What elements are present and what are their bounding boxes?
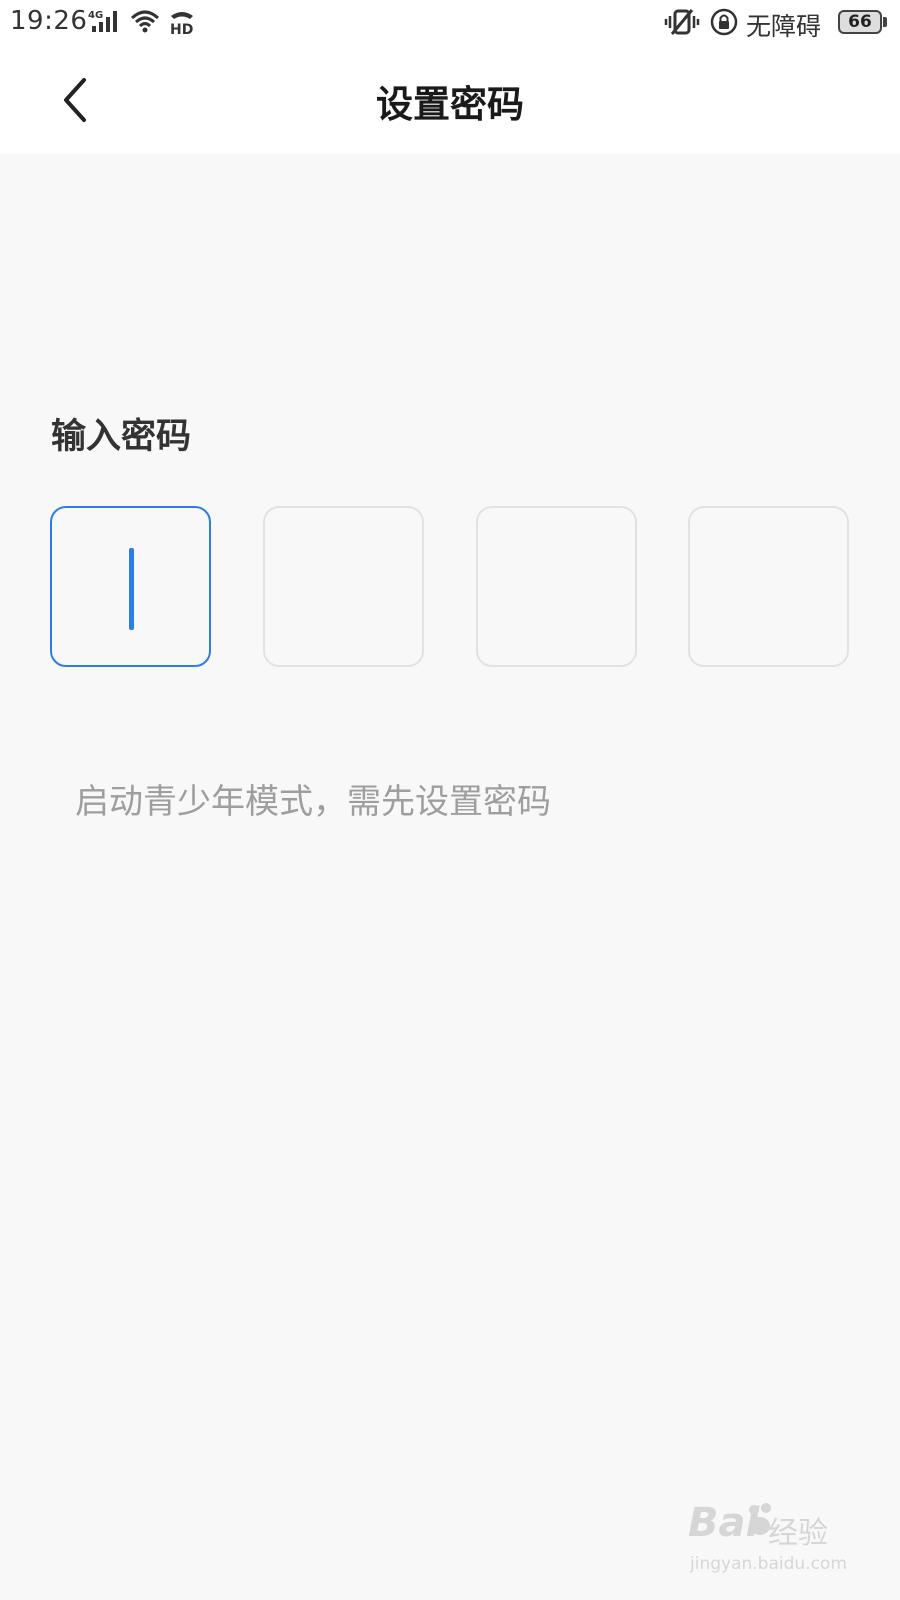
rotation-lock-icon: [710, 8, 738, 36]
accessibility-label: 无障碍: [746, 12, 822, 41]
hd-label: HD: [170, 22, 193, 36]
wifi-icon: [130, 10, 160, 33]
signal-icon: 4G: [88, 10, 117, 32]
status-time: 19:26: [10, 6, 88, 36]
password-digit-3[interactable]: [476, 506, 637, 667]
hd-call-icon: HD: [170, 12, 193, 36]
battery-icon: 66: [838, 10, 882, 34]
password-digit-4[interactable]: [688, 506, 849, 667]
watermark-sub: 经验: [768, 1516, 828, 1551]
battery-level: 66: [848, 12, 872, 32]
network-type: 4G: [88, 10, 103, 21]
status-bar: 19:26 4G HD 无障碍 66: [0, 0, 900, 46]
text-caret: [129, 548, 134, 630]
watermark-logo: Bai 经验 jingyan.baidu.com: [688, 1500, 858, 1582]
hint-text: 启动青少年模式，需先设置密码: [75, 782, 551, 822]
battery-tip: [883, 17, 887, 27]
password-digit-1[interactable]: [50, 506, 211, 667]
header-bar: 设置密码: [0, 46, 900, 154]
password-digit-2[interactable]: [263, 506, 424, 667]
watermark-url: jingyan.baidu.com: [690, 1554, 847, 1574]
password-label: 输入密码: [51, 417, 192, 457]
vibrate-mute-icon: [664, 9, 700, 35]
page-title: 设置密码: [376, 83, 524, 126]
